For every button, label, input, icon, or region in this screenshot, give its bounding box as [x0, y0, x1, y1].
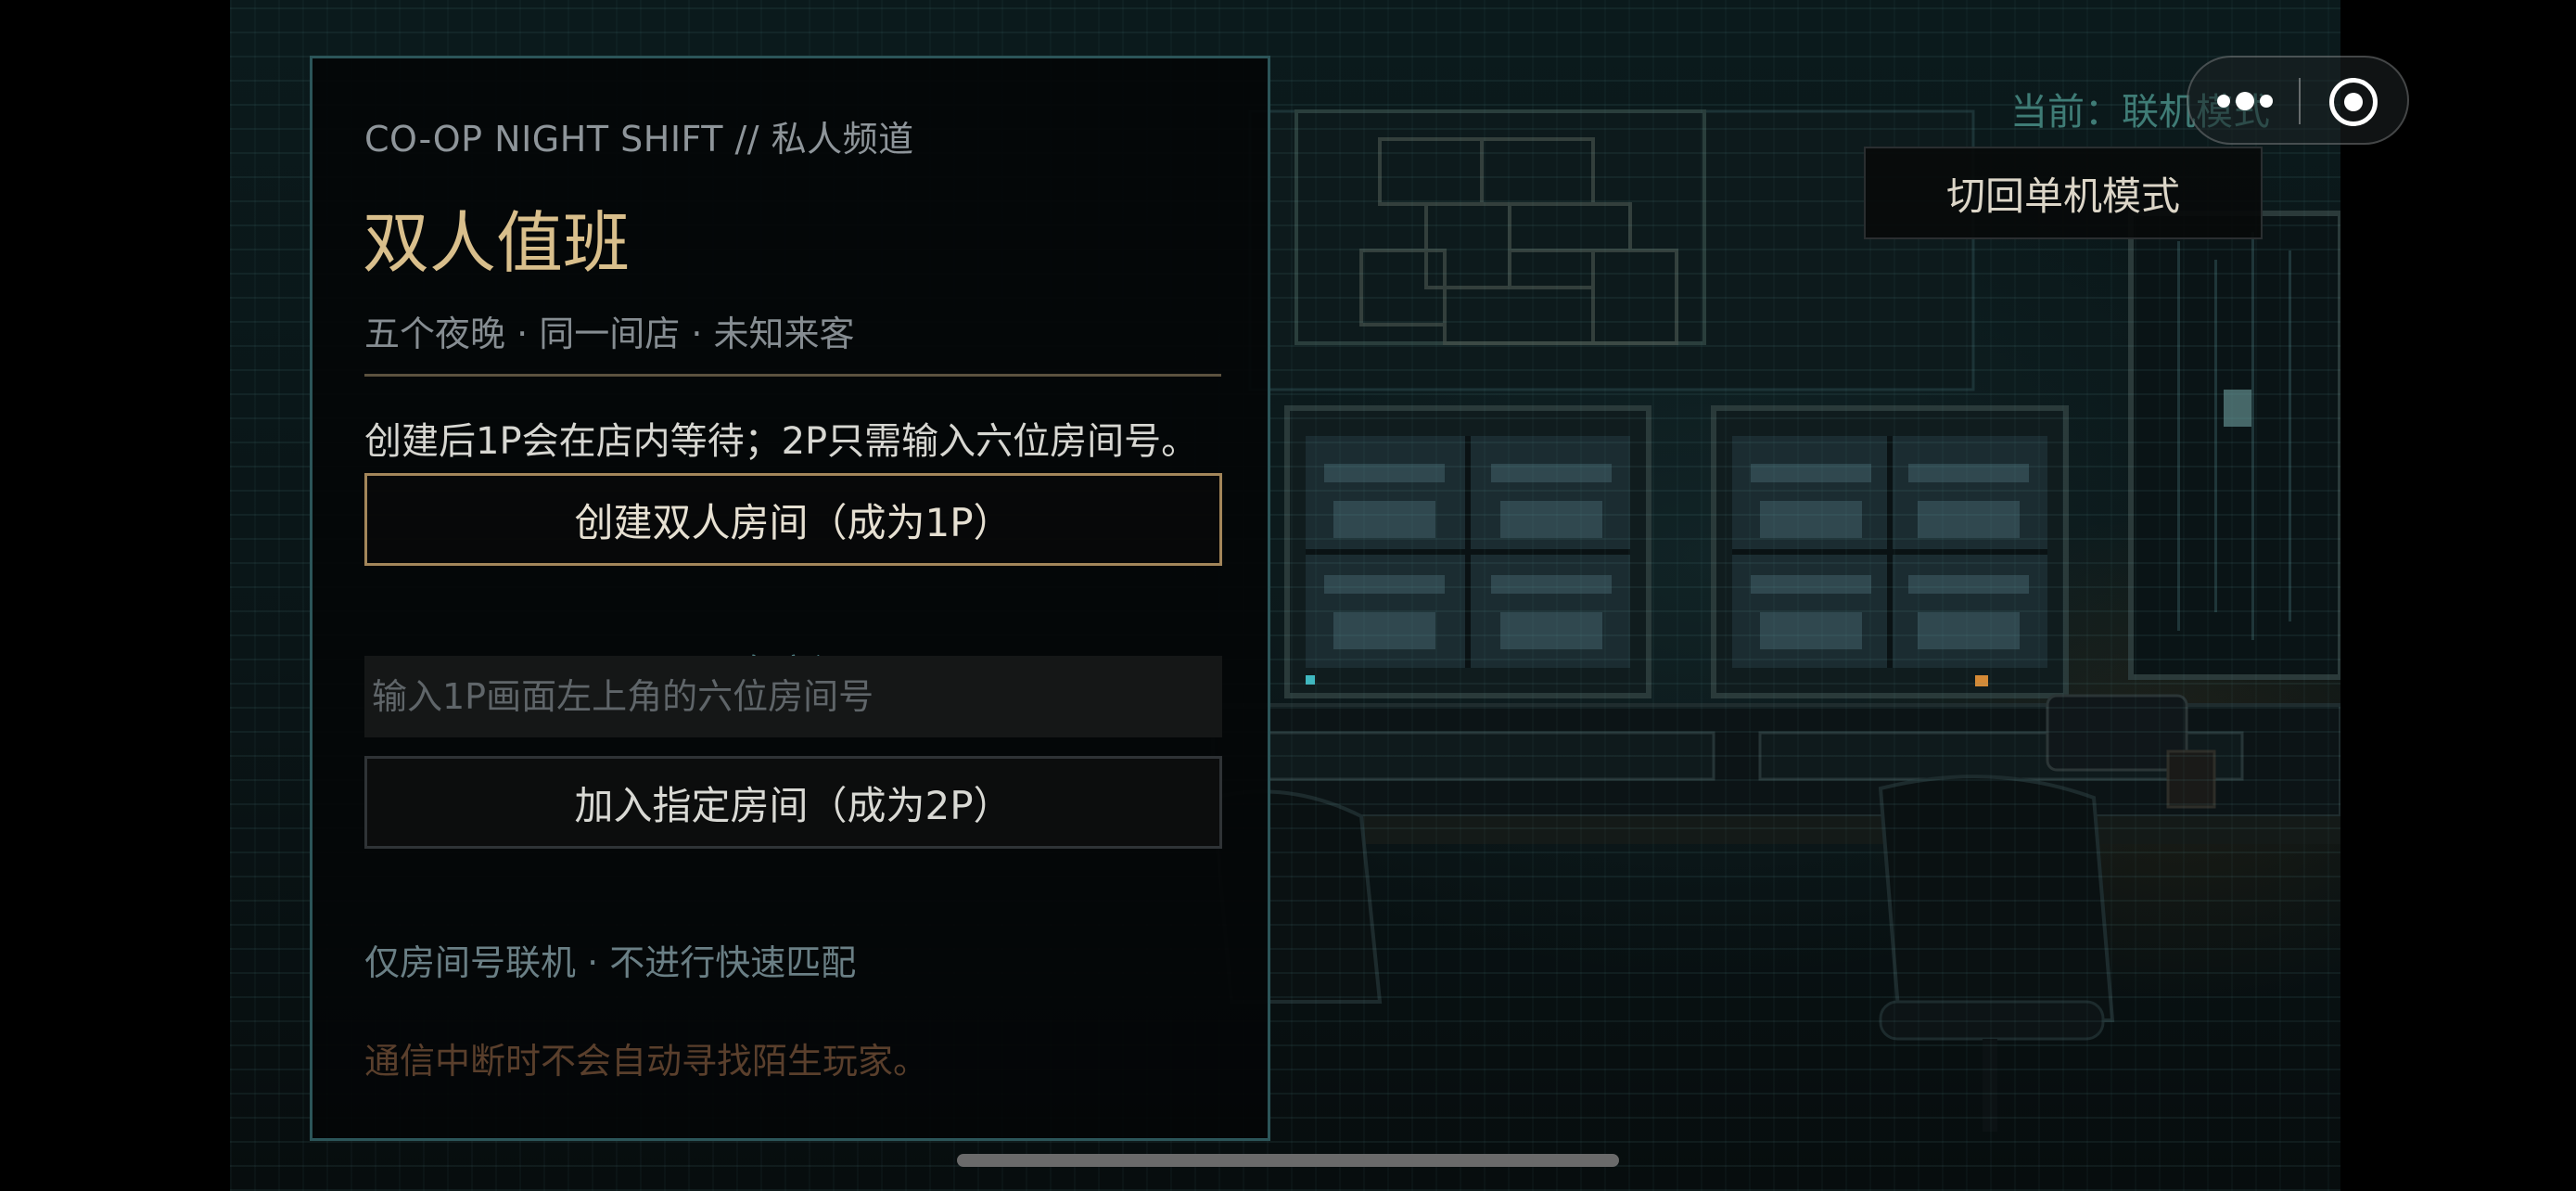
capsule-menu	[2187, 56, 2409, 145]
more-dots-icon[interactable]	[2216, 85, 2274, 117]
home-indicator[interactable]	[957, 1154, 1619, 1167]
room-code-input[interactable]	[364, 656, 1222, 737]
tagline: 五个夜晚 · 同一间店 · 未知来客	[364, 314, 855, 354]
dot	[2236, 92, 2254, 110]
title-divider	[364, 374, 1221, 377]
page-title: 双人值班	[363, 204, 631, 282]
instructions-text: 创建后1P会在店内等待；2P只需输入六位房间号。	[364, 420, 1199, 463]
disconnect-note: 通信中断时不会自动寻找陌生玩家。	[364, 1041, 929, 1082]
target-close-icon[interactable]	[2329, 78, 2378, 126]
coop-panel: CO-OP NIGHT SHIFT // 私人频道 双人值班 五个夜晚 · 同一…	[310, 56, 1270, 1141]
capsule-separator	[2299, 78, 2301, 124]
create-room-button[interactable]: 创建双人房间（成为1P）	[364, 473, 1222, 566]
dot	[2217, 95, 2230, 108]
switch-to-single-button[interactable]: 切回单机模式	[1864, 147, 2263, 239]
room-only-note: 仅房间号联机 · 不进行快速匹配	[364, 942, 857, 983]
join-room-button[interactable]: 加入指定房间（成为2P）	[364, 756, 1222, 849]
dot	[2260, 95, 2273, 108]
channel-eyebrow: CO-OP NIGHT SHIFT // 私人频道	[364, 119, 914, 160]
